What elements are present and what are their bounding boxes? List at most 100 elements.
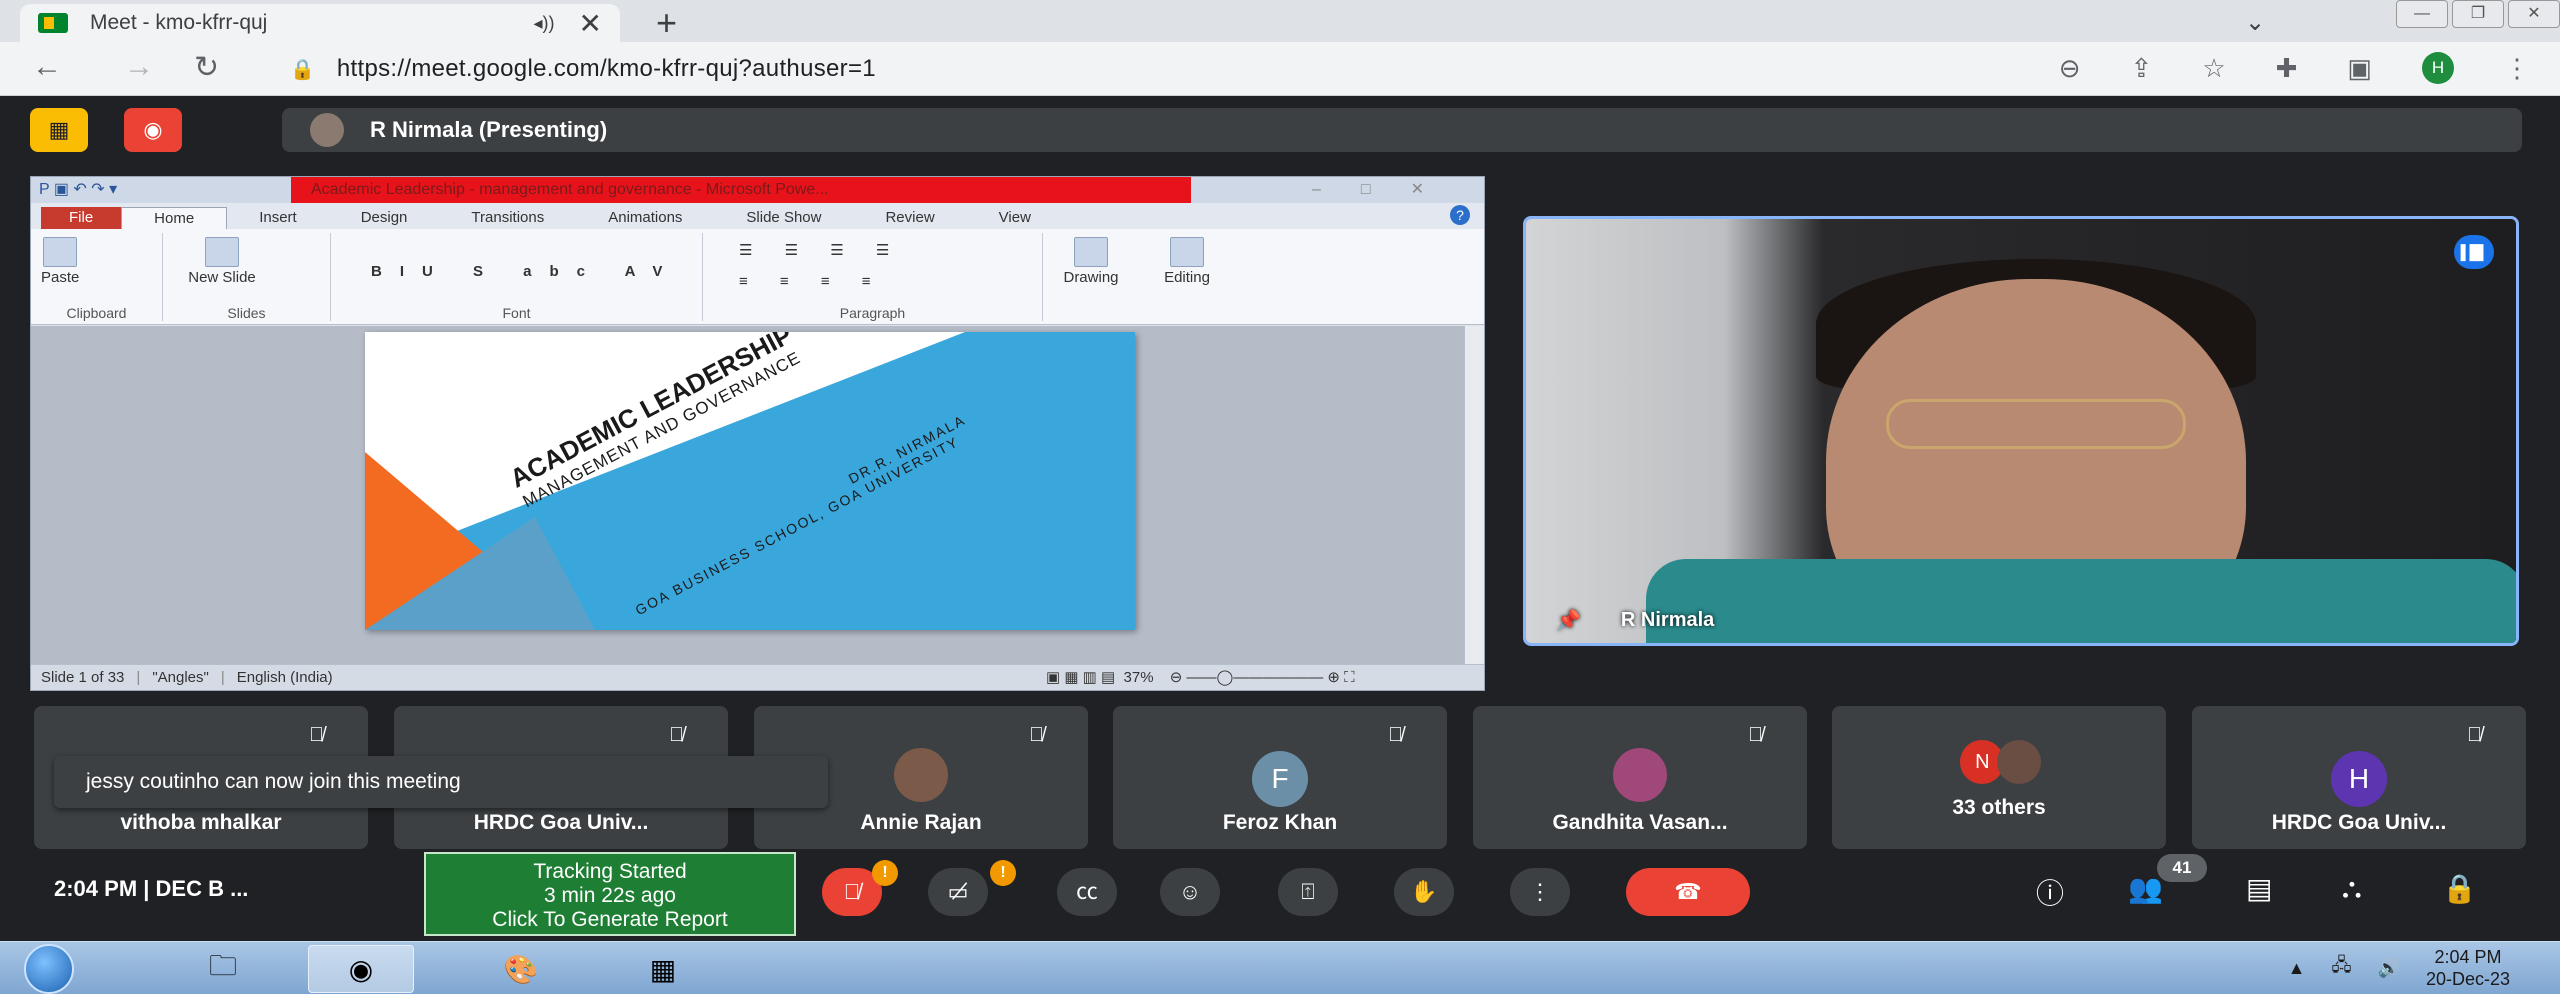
excel-icon[interactable]: ▦ [610, 945, 716, 993]
captions-icon[interactable]: ㏄ [1057, 868, 1117, 916]
meet-stage: ▦ ◉ R Nirmala (Presenting) P ▣ ↶ ↷ ▾ Aca… [0, 96, 2560, 941]
active-speaker-tile[interactable]: ▌█▌ 📌 R Nirmala [1523, 216, 2519, 646]
recording-icon[interactable]: ◉ [124, 108, 182, 152]
close-window-button[interactable]: ✕ [2508, 0, 2560, 28]
tracking-report-button[interactable]: Tracking Started 3 min 22s ago Click To … [424, 852, 796, 936]
browser-tab-bar: Meet - kmo-kfrr-quj ◂)) ✕ + ⌄ — ❐ ✕ [0, 0, 2560, 44]
start-button[interactable] [24, 944, 74, 994]
tab-close-button[interactable]: ✕ [579, 7, 602, 40]
ppt-tab-file[interactable]: File [41, 207, 122, 229]
editing-button[interactable]: Editing [1151, 237, 1223, 286]
zoom-controls[interactable]: ▣ ▦ ▥ ▤ 37% ⊖ ——◯—————— ⊕ ⛶ [1046, 668, 1355, 686]
paint-icon[interactable]: 🎨 [468, 945, 574, 993]
forward-arrow-icon[interactable]: → [124, 50, 154, 84]
taskbar-time: 2:04 PM [2434, 947, 2502, 967]
participant-name: Gandhita Vasan... [1552, 811, 1728, 834]
participant-tile[interactable]: 🎙̸ F Feroz Khan [1113, 706, 1447, 849]
powerpoint-window: P ▣ ↶ ↷ ▾ Academic Leadership - manageme… [30, 176, 1485, 691]
more-options-icon[interactable]: ⋮ [1510, 868, 1570, 916]
meeting-info-icon[interactable]: ⓘ [2036, 872, 2064, 912]
tab-audio-icon[interactable]: ◂)) [534, 13, 555, 34]
participant-tile[interactable]: 🎙̸ H HRDC Goa Univ... [2192, 706, 2526, 849]
taskbar-clock[interactable]: 2:04 PM 20-Dec-23 [2426, 946, 2510, 990]
camera-toggle-button[interactable]: ▭̸ [928, 868, 988, 916]
camera-warning-badge: ! [990, 860, 1016, 886]
share-icon[interactable]: ⇪ [2131, 53, 2153, 84]
ppt-window-buttons: –□✕ [1312, 181, 1464, 198]
bookmark-star-icon[interactable]: ☆ [2202, 53, 2225, 84]
participant-name: vithoba mhalkar [120, 811, 282, 834]
paragraph-buttons[interactable]: ☰ ☰ ☰ ☰ [739, 241, 903, 259]
participant-tile[interactable]: 🎙̸ Gandhita Vasan... [1473, 706, 1807, 849]
theme-name: "Angles" [152, 669, 209, 686]
align-buttons[interactable]: ≡ ≡ ≡ ≡ [739, 273, 885, 290]
end-call-button[interactable]: ☎ [1626, 868, 1750, 916]
ppt-tab-insert[interactable]: Insert [227, 207, 329, 229]
presenting-bar[interactable]: R Nirmala (Presenting) [282, 108, 2522, 152]
emoji-reaction-icon[interactable]: ☺ [1160, 868, 1220, 916]
url-field[interactable]: 🔒 https://meet.google.com/kmo-kfrr-quj?a… [290, 48, 2320, 90]
side-panel-icon[interactable]: ▣ [2347, 53, 2372, 84]
pin-icon[interactable]: 📌 [1556, 608, 1581, 633]
chat-icon[interactable]: ▤ [2246, 872, 2272, 905]
ribbon-group-font: BIU S abc AV Font [331, 233, 703, 321]
ppt-tab-design[interactable]: Design [329, 207, 440, 229]
zoom-level: 37% [1123, 669, 1154, 686]
current-slide[interactable]: ACADEMIC LEADERSHIP MANAGEMENT AND GOVER… [365, 332, 1135, 630]
ppt-tab-animations[interactable]: Animations [576, 207, 714, 229]
ppt-tab-view[interactable]: View [967, 207, 1063, 229]
speaker-name-label: 📌 R Nirmala [1556, 608, 1714, 633]
tab-search-chevron-icon[interactable]: ⌄ [2245, 8, 2265, 37]
ppt-ribbon-tabs: File Home Insert Design Transitions Anim… [31, 203, 1484, 229]
lock-icon[interactable]: 🔒 [290, 57, 315, 82]
zoom-icon[interactable]: ⊖ [2059, 53, 2081, 84]
ppt-tab-transitions[interactable]: Transitions [439, 207, 576, 229]
new-slide-button[interactable]: New Slide [187, 237, 257, 286]
reload-icon[interactable]: ↻ [194, 50, 219, 85]
tab-title: Meet - kmo-kfrr-quj [90, 11, 268, 34]
volume-icon[interactable]: 🔊 [2378, 958, 2400, 979]
tray-expand-icon[interactable]: ▲ [2288, 958, 2306, 979]
ppt-vertical-scrollbar[interactable] [1464, 326, 1484, 666]
menu-kebab-icon[interactable]: ⋮ [2504, 53, 2530, 84]
paste-button[interactable]: Paste [41, 237, 79, 286]
raise-hand-icon[interactable]: ✋ [1394, 868, 1454, 916]
meet-top-controls: ▦ ◉ [30, 108, 182, 152]
participant-photo [1613, 748, 1667, 802]
chrome-taskbar-icon[interactable]: ◉ [308, 945, 414, 993]
browser-tab[interactable]: Meet - kmo-kfrr-quj ◂)) ✕ [20, 4, 620, 42]
paste-icon [43, 237, 78, 267]
participant-name: Annie Rajan [860, 811, 982, 834]
activities-icon[interactable]: ⛬ [2342, 872, 2362, 905]
extensions-puzzle-icon[interactable]: ✚ [2276, 53, 2298, 84]
people-icon[interactable]: 👥 [2128, 872, 2163, 905]
slide-number: Slide 1 of 33 [41, 669, 125, 686]
restore-button[interactable]: ❐ [2452, 0, 2504, 28]
minimize-button[interactable]: — [2396, 0, 2448, 28]
new-tab-button[interactable]: + [656, 2, 677, 44]
taskbar-date: 20-Dec-23 [2425, 969, 2510, 989]
ppt-window-title: Academic Leadership - management and gov… [291, 177, 1191, 203]
ppt-help-icon[interactable]: ? [1450, 205, 1470, 225]
font-format-buttons[interactable]: BIU S abc AV [371, 263, 680, 280]
tracking-line-1: Tracking Started [533, 860, 687, 883]
file-explorer-icon[interactable]: 🗀 [170, 945, 276, 993]
participant-name: Feroz Khan [1222, 811, 1338, 834]
network-icon[interactable]: 🖧 [2331, 953, 2351, 983]
present-screen-icon[interactable]: ⍐ [1278, 868, 1338, 916]
drawing-icon [1074, 237, 1108, 267]
profile-avatar[interactable]: H [2422, 52, 2454, 84]
others-tile[interactable]: N 33 others [1832, 706, 2166, 849]
ppt-tab-home[interactable]: Home [121, 207, 228, 229]
google-meet-icon [38, 13, 68, 33]
drawing-button[interactable]: Drawing [1055, 237, 1127, 286]
hide-self-view-icon[interactable]: ▦ [30, 108, 88, 152]
mic-warning-badge: ! [872, 860, 898, 886]
back-arrow-icon[interactable]: ← [32, 50, 62, 84]
host-controls-icon[interactable]: 🔒 [2442, 872, 2477, 905]
ppt-tab-slideshow[interactable]: Slide Show [714, 207, 853, 229]
ppt-tab-review[interactable]: Review [853, 207, 966, 229]
toolbar-icons: ⊖ ⇪ ☆ ✚ ▣ H ⋮ [2059, 52, 2530, 84]
ppt-quick-access-icons: P ▣ ↶ ↷ ▾ [39, 181, 118, 198]
binoculars-icon [1170, 237, 1204, 267]
